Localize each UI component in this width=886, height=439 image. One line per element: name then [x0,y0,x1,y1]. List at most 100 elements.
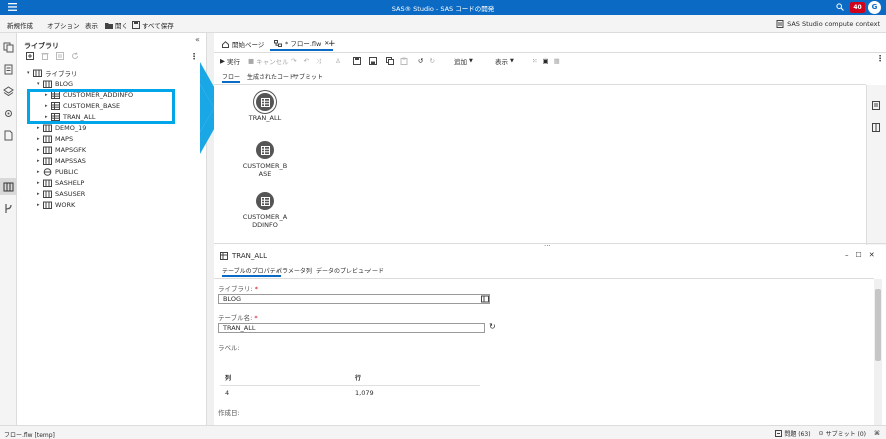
subtab-flow[interactable]: フロー [222,72,241,83]
subtab-generated-code[interactable]: 生成されたコード [247,72,295,83]
status-right: 問題 (63) ⊙ サブミット (0) ⌘ [775,429,880,438]
tree-node-maps[interactable]: ▸ MAPS [37,133,73,144]
library-icon [43,190,52,198]
properties-icon[interactable] [56,52,64,60]
undo-icon[interactable]: ↺ [418,57,423,65]
submit-indicator[interactable]: ⊙ サブミット (0) [819,429,866,438]
add-tab-button[interactable]: + [324,37,340,51]
issues-indicator[interactable]: 問題 (63) [775,429,811,438]
app-title: SAS® Studio - SAS コードの開発 [391,5,495,13]
flow-node-tran-all[interactable]: TRAN_ALL [235,93,295,122]
open-item-icon[interactable] [3,42,14,53]
library-icon [43,135,52,143]
menu-new[interactable]: 新規作成 [7,20,33,30]
new-library-icon[interactable] [26,52,34,60]
tab-data-preview[interactable]: データのプレビュー [316,266,370,277]
settings-icon[interactable]: ⌘ [874,430,880,437]
details-icon[interactable] [872,101,880,110]
arrange-icon[interactable]: ⁙ [532,57,537,65]
redo-icon[interactable]: ↻ [429,57,434,65]
refresh-icon[interactable]: ↻ [489,322,496,331]
menu-options[interactable]: オプション [47,20,80,30]
explorer-icon[interactable] [3,64,14,75]
search-icon[interactable] [836,3,844,11]
stop-icon: ■ [248,57,255,65]
library-panel-title: ライブラリ [24,42,59,50]
tab-table-properties[interactable]: テーブルのプロパティ [222,266,282,277]
git-icon[interactable] [3,203,14,214]
libraries-icon[interactable] [3,181,14,192]
refresh-icon[interactable] [71,52,79,60]
properties-scrollbar[interactable] [874,279,882,425]
tab-parameter-columns[interactable]: パラメータ列 [276,266,312,277]
tree-node-libraries[interactable]: ▾ ライブラリ [27,67,78,78]
columns-icon[interactable] [872,123,880,132]
grid-icon[interactable]: ▦ [554,57,560,65]
scrollbar-thumb[interactable] [875,289,881,361]
user-avatar[interactable]: G [868,1,881,14]
table-node-icon [256,192,274,210]
undo-icon[interactable]: ↶ [303,57,308,65]
column-count-value: 4 [225,389,230,397]
redo-icon[interactable]: ↷ [291,57,296,65]
split-icon[interactable]: ⤨ [316,57,321,66]
library-field-label: ライブラリ: * [218,283,258,293]
flow-node-customer-base[interactable]: CUSTOMER_B ASE [235,141,295,178]
save-all-icon [132,21,140,29]
snippets-icon[interactable] [3,86,14,97]
tab-start-page[interactable]: 開始ページ [218,37,268,51]
menu-view[interactable]: 表示 [85,20,98,30]
save-as-icon[interactable] [369,57,377,65]
library-icon [43,80,52,88]
collapse-panel-icon[interactable]: « [195,35,200,44]
cancel-button[interactable]: ■ キャンセル [248,55,289,67]
more-options-icon[interactable]: ⋮ [190,52,198,61]
add-dropdown[interactable]: 追加 ▼ [454,55,473,67]
caret-down-icon: ▼ [469,58,473,64]
steps-icon[interactable] [3,108,14,119]
tree-node-public[interactable]: ▸ PUBLIC [37,166,78,177]
folder-icon [105,22,113,29]
play-icon: ▶ [220,57,225,65]
delete-library-icon[interactable] [41,52,49,60]
files-icon[interactable] [3,130,14,141]
horizontal-splitter[interactable]: ··· [214,242,886,250]
minimize-icon[interactable]: – [845,251,849,259]
menu-open[interactable]: 開く [105,20,128,30]
tree-node-mapsgfk[interactable]: ▸ MAPSGFK [37,144,86,155]
save-icon[interactable] [353,57,361,65]
submit-label: サブミット (0) [825,431,866,438]
more-options-icon[interactable]: ⋮ [876,54,884,63]
cancel-label: キャンセル [256,58,289,66]
menu-save-all[interactable]: すべて保存 [132,20,174,30]
browse-library-icon[interactable] [481,295,489,303]
flow-node-customer-addinfo[interactable]: CUSTOMER_A DDINFO [235,192,295,229]
clear-icon[interactable]: ♙ [335,55,341,67]
maximize-icon[interactable]: ☐ [856,251,862,259]
status-bar: フロー.flw [temp] 問題 (63) ⊙ サブミット (0) ⌘ [0,425,886,439]
copy-icon[interactable] [386,57,394,65]
fit-icon[interactable]: ▣ [542,57,548,65]
run-button[interactable]: ▶ 実行 [220,55,240,67]
tab-node[interactable]: ノード [366,266,384,277]
tree-node-sasuser[interactable]: ▸ SASUSER [37,188,85,199]
close-icon[interactable]: ✕ [869,251,875,259]
compute-context[interactable]: SAS Studio compute context [776,20,880,28]
tree-node-blog[interactable]: ▾ BLOG [37,78,73,89]
divider [220,385,480,386]
tree-node-sashelp[interactable]: ▸ SASHELP [37,177,84,188]
tree-node-work[interactable]: ▸ WORK [37,199,75,210]
table-name-field[interactable]: TRAN_ALL [218,323,485,333]
view-dropdown[interactable]: 表示 ▼ [495,55,514,67]
table-field-label: テーブル名: * [218,312,258,322]
paste-icon[interactable] [400,57,408,65]
notifications-badge[interactable]: 40 [850,2,865,13]
right-side-toolbar [866,85,886,245]
library-field[interactable]: BLOG [218,294,490,304]
library-icon [43,124,52,132]
compute-context-label: SAS Studio compute context [787,20,880,28]
copy-group [386,55,408,67]
drag-handle-icon[interactable]: ··· [544,242,551,250]
tree-node-mapssas[interactable]: ▸ MAPSSAS [37,155,86,166]
subtab-submitted[interactable]: サブミット [293,72,323,83]
